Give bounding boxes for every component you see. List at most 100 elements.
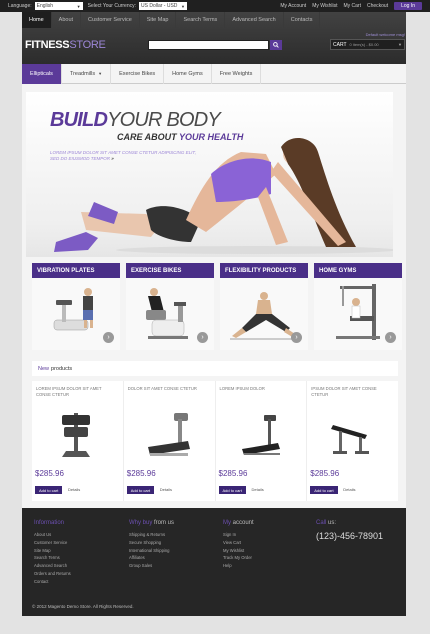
category-block-home-gyms[interactable]: HOME GYMS › bbox=[314, 263, 402, 350]
footer-link[interactable]: Group Sales bbox=[129, 562, 174, 570]
footer-heading: Why buy from us bbox=[129, 520, 174, 526]
add-to-cart-button[interactable]: Add to cart bbox=[218, 486, 246, 494]
cart-widget[interactable]: CART 0 item(s) - $0.00 ▼ bbox=[330, 39, 405, 50]
treadmill-image bbox=[241, 415, 280, 455]
footer-link[interactable]: Customer Service bbox=[34, 539, 71, 547]
welcome-message: Default welcome msg! bbox=[365, 32, 405, 37]
nav-search-terms[interactable]: Search Terms bbox=[176, 12, 226, 28]
category-treadmills[interactable]: Treadmills ▼ bbox=[62, 63, 112, 84]
footer-link[interactable]: International Shipping bbox=[129, 547, 174, 555]
product-name[interactable]: LOREM IPSUM DOLOR bbox=[220, 386, 295, 392]
footer-link[interactable]: Sign In bbox=[223, 531, 254, 539]
top-bar: Language: English ▼ Select Your Currency:… bbox=[0, 0, 430, 12]
cart-label: CART bbox=[333, 41, 347, 48]
logo[interactable]: FITNESS STORE bbox=[25, 39, 106, 51]
currency-value: US Dollar - USD bbox=[141, 3, 178, 9]
details-link[interactable]: Details bbox=[160, 487, 172, 492]
hero-banner[interactable]: BUILD YOUR BODY CARE ABOUT YOUR HEALTH LO… bbox=[26, 92, 393, 257]
product-card[interactable]: LOREM IPSUM DOLOR SIT AMET CONSE CTETUR … bbox=[32, 381, 124, 501]
search-input[interactable] bbox=[148, 40, 269, 50]
footer: Information About Us Customer Service Si… bbox=[22, 508, 406, 616]
details-link[interactable]: Details bbox=[68, 487, 80, 492]
product-name[interactable]: IPSUM DOLOR SIT AMET CONSE CTETUR bbox=[311, 386, 386, 397]
product-card[interactable]: LOREM IPSUM DOLOR $285.96 Add to cart De… bbox=[216, 381, 308, 501]
my-wishlist-link[interactable]: My Wishlist bbox=[312, 3, 337, 9]
footer-my-account: My account Sign In View Cart My Wishlist… bbox=[223, 520, 254, 570]
category-home-gyms[interactable]: Home Gyms bbox=[164, 63, 212, 84]
category-block-exercise-bikes[interactable]: EXERCISE BIKES › bbox=[126, 263, 214, 350]
footer-link[interactable]: Secure Shopping bbox=[129, 539, 174, 547]
add-to-cart-button[interactable]: Add to cart bbox=[126, 486, 155, 494]
footer-link[interactable]: Advanced Search bbox=[34, 562, 71, 570]
phone-number[interactable]: (123)-456-78901 bbox=[316, 531, 383, 541]
nav-site-map[interactable]: Site Map bbox=[140, 12, 177, 28]
footer-heading-part1: Why buy bbox=[129, 520, 153, 526]
footer-link[interactable]: View Cart bbox=[223, 539, 254, 547]
hero-athlete-image bbox=[54, 137, 393, 254]
nav-home[interactable]: Home bbox=[22, 12, 52, 28]
category-free-weights[interactable]: Free Weights bbox=[212, 63, 262, 84]
footer-heading-part2: us: bbox=[326, 520, 337, 526]
chevron-down-icon: ▼ bbox=[398, 42, 402, 47]
footer-link[interactable]: My Wishlist bbox=[223, 547, 254, 555]
details-link[interactable]: Details bbox=[252, 487, 264, 492]
search-button[interactable] bbox=[270, 40, 282, 50]
footer-call-us: Call us: (123)-456-78901 bbox=[316, 520, 383, 541]
footer-link[interactable]: Help bbox=[223, 562, 254, 570]
currency-select[interactable]: US Dollar - USD ▼ bbox=[139, 2, 187, 10]
category-label: Ellipticals bbox=[30, 70, 53, 77]
footer-heading-part2: account bbox=[231, 520, 254, 526]
add-to-cart-button[interactable]: Add to cart bbox=[35, 486, 63, 494]
language-value: English bbox=[36, 3, 54, 9]
add-to-cart-button[interactable]: Add to cart bbox=[310, 486, 338, 494]
category-arrow-button[interactable]: › bbox=[197, 332, 208, 343]
footer-link[interactable]: About Us bbox=[34, 531, 71, 539]
footer-link[interactable]: Shipping & Returns bbox=[129, 531, 174, 539]
main-nav: Home About Customer Service Site Map Sea… bbox=[22, 12, 321, 28]
product-name[interactable]: DOLOR SIT AMET CONSE CTETUR bbox=[128, 386, 203, 392]
category-arrow-button[interactable]: › bbox=[103, 332, 114, 343]
category-arrow-button[interactable]: › bbox=[291, 332, 302, 343]
product-name[interactable]: LOREM IPSUM DOLOR SIT AMET CONSE CTETUR bbox=[36, 386, 111, 397]
category-arrow-button[interactable]: › bbox=[385, 332, 396, 343]
category-ellipticals[interactable]: Ellipticals bbox=[22, 63, 62, 84]
footer-link[interactable]: Contact bbox=[34, 578, 71, 586]
footer-link[interactable]: Search Terms bbox=[34, 554, 71, 562]
details-link[interactable]: Details bbox=[343, 487, 355, 492]
cart-count: 0 item(s) - $0.00 bbox=[349, 42, 379, 47]
category-block-title: EXERCISE BIKES bbox=[126, 263, 214, 278]
new-products-label-rest: products bbox=[51, 365, 73, 372]
product-price: $285.96 bbox=[218, 469, 248, 478]
exercise-bike-image: › bbox=[126, 278, 214, 350]
chevron-down-icon: ▼ bbox=[98, 71, 103, 76]
footer-link[interactable]: Affiliates bbox=[129, 554, 174, 562]
footer-heading-part1: My bbox=[223, 520, 231, 526]
product-card[interactable]: DOLOR SIT AMET CONSE CTETUR $285.96 Add … bbox=[124, 381, 216, 501]
nav-contacts[interactable]: Contacts bbox=[284, 12, 321, 28]
my-account-link[interactable]: My Account bbox=[280, 3, 306, 9]
footer-why-buy: Why buy from us Shipping & Returns Secur… bbox=[129, 520, 174, 570]
category-block-vibration-plates[interactable]: VIBRATION PLATES › bbox=[32, 263, 120, 350]
footer-heading-part1: Call bbox=[316, 520, 327, 526]
footer-link[interactable]: Track My Order bbox=[223, 554, 254, 562]
weight-bench-image bbox=[331, 425, 370, 454]
dumbbell-rack-image bbox=[62, 413, 90, 457]
category-nav: Ellipticals Treadmills ▼ Exercise Bikes H… bbox=[22, 63, 406, 84]
footer-information: Information About Us Customer Service Si… bbox=[34, 520, 71, 586]
category-label: Home Gyms bbox=[172, 70, 203, 77]
my-cart-link[interactable]: My Cart bbox=[343, 3, 361, 9]
checkout-link[interactable]: Checkout bbox=[367, 3, 388, 9]
footer-link[interactable]: Orders and Returns bbox=[34, 570, 71, 578]
language-select[interactable]: English ▼ bbox=[34, 2, 83, 10]
footer-link[interactable]: Site Map bbox=[34, 547, 71, 555]
product-price: $285.96 bbox=[126, 469, 156, 478]
nav-customer-service[interactable]: Customer Service bbox=[81, 12, 140, 28]
product-card[interactable]: IPSUM DOLOR SIT AMET CONSE CTETUR $285.9… bbox=[307, 381, 398, 501]
nav-about[interactable]: About bbox=[52, 12, 82, 28]
category-exercise-bikes[interactable]: Exercise Bikes bbox=[111, 63, 165, 84]
login-button[interactable]: Log In bbox=[394, 2, 422, 10]
category-block-flexibility-products[interactable]: FLEXIBILITY PRODUCTS › bbox=[220, 263, 308, 350]
nav-advanced-search[interactable]: Advanced Search bbox=[225, 12, 284, 28]
treadmill-image bbox=[147, 413, 190, 456]
category-label: Treadmills bbox=[69, 70, 96, 77]
